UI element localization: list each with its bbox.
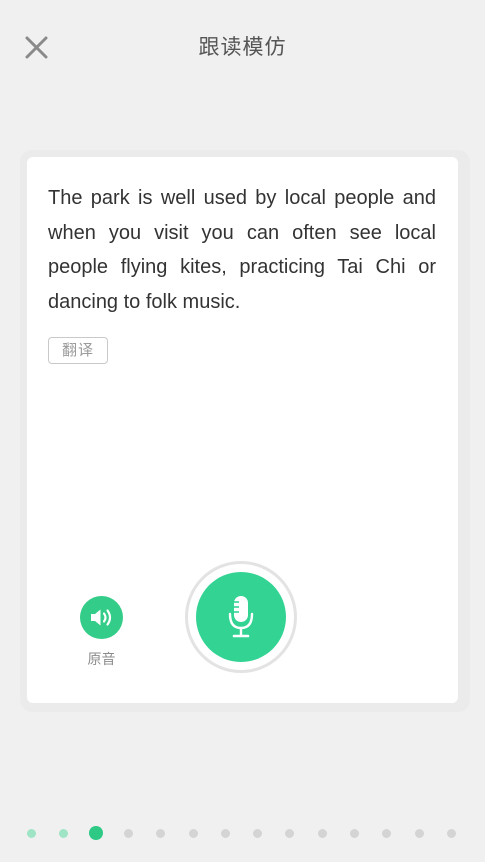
original-audio-button[interactable] [80,596,123,639]
reading-card: The park is well used by local people an… [27,157,458,703]
page-dot[interactable] [414,829,424,838]
page-dot[interactable] [253,829,263,838]
page-dot[interactable] [188,829,198,838]
pagination-dots [0,823,485,843]
page-title: 跟读模仿 [198,35,287,59]
page-dot[interactable] [27,829,36,838]
page-dot[interactable] [156,829,166,838]
page-dot[interactable] [89,826,104,840]
practice-sentence: The park is well used by local people an… [48,187,436,313]
page-dot[interactable] [285,829,295,838]
page-dot[interactable] [59,829,69,838]
original-audio-label: 原音 [87,652,116,668]
page-dot[interactable] [446,829,456,838]
speaker-icon [91,609,112,626]
microphone-icon [228,596,254,638]
page-dot[interactable] [317,829,327,838]
page-dot[interactable] [123,829,133,838]
page-dot[interactable] [220,829,230,838]
translate-button[interactable]: 翻译 [48,337,108,364]
page-dot[interactable] [382,829,392,838]
record-button[interactable] [196,572,286,662]
page-dot[interactable] [350,829,359,838]
